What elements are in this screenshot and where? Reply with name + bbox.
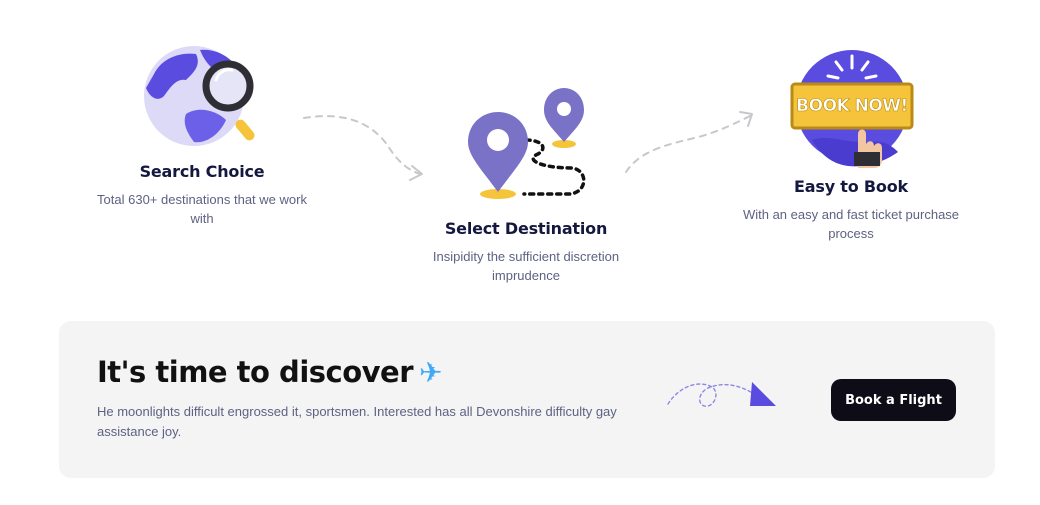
banner-description: He moonlights difficult engrossed it, sp… (97, 404, 617, 439)
step-description: Insipidity the sufficient discretion imp… (432, 249, 620, 283)
step-description: Total 630+ destinations that we work wit… (97, 192, 307, 226)
globe-search-icon (140, 44, 260, 154)
dashed-arrow-up-icon (625, 111, 753, 173)
banner-title-text: It's time to discover (97, 355, 414, 389)
step-description: With an easy and fast ticket purchase pr… (742, 207, 960, 241)
dashed-arrow-down-icon (303, 115, 423, 181)
book-now-sign-text: BOOK NOW! (796, 96, 909, 117)
paper-plane-icon (667, 382, 776, 407)
book-now-icon: BOOK NOW! (788, 48, 916, 168)
book-a-flight-button[interactable]: Book a Flight (831, 379, 956, 421)
step-title: Select Destination (444, 219, 608, 238)
banner-title: It's time to discover ✈ (97, 355, 442, 389)
airplane-icon: ✈ (419, 356, 442, 389)
step-title: Search Choice (139, 162, 265, 181)
step-title: Easy to Book (794, 177, 908, 196)
discover-banner: It's time to discover ✈ He moonlights dif… (59, 321, 995, 478)
map-pin-route-icon (462, 84, 592, 204)
